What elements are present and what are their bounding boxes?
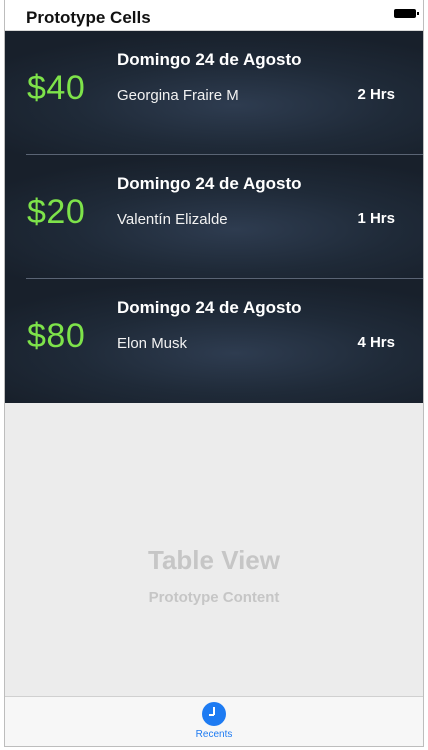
- header-title: Prototype Cells: [26, 8, 151, 27]
- table-cell[interactable]: $80 Domingo 24 de Agosto Elon Musk 4 Hrs: [5, 279, 423, 403]
- battery-icon: [394, 9, 419, 18]
- device-frame: Prototype Cells $40 Domingo 24 de Agosto…: [4, 0, 424, 747]
- cell-date: Domingo 24 de Agosto: [117, 174, 302, 193]
- cell-date: Domingo 24 de Agosto: [117, 50, 302, 69]
- table-cell[interactable]: $40 Domingo 24 de Agosto Georgina Fraire…: [5, 31, 423, 155]
- placeholder-title: Table View: [148, 545, 280, 575]
- cell-name: Valentín Elizalde: [117, 211, 228, 228]
- cell-amount: $80: [27, 317, 86, 355]
- clock-icon: [202, 702, 226, 726]
- table-view-placeholder: Table View Prototype Content: [5, 403, 423, 696]
- table-cell[interactable]: $20 Domingo 24 de Agosto Valentín Elizal…: [5, 155, 423, 279]
- cell-amount: $20: [27, 193, 86, 231]
- cell-hours: 4 Hrs: [357, 334, 395, 351]
- cell-hours: 2 Hrs: [357, 86, 395, 103]
- tab-recents[interactable]: Recents: [184, 702, 244, 746]
- table-view[interactable]: $40 Domingo 24 de Agosto Georgina Fraire…: [5, 31, 423, 403]
- tab-label: Recents: [195, 729, 233, 740]
- cell-hours: 1 Hrs: [357, 210, 395, 227]
- cell-amount: $40: [27, 69, 86, 107]
- prototype-cells-header: Prototype Cells: [5, 0, 423, 31]
- placeholder-subtitle: Prototype Content: [148, 589, 280, 606]
- cell-name: Georgina Fraire M: [117, 87, 239, 104]
- tab-bar: Recents: [5, 696, 423, 746]
- cell-date: Domingo 24 de Agosto: [117, 298, 302, 317]
- cell-name: Elon Musk: [117, 335, 188, 352]
